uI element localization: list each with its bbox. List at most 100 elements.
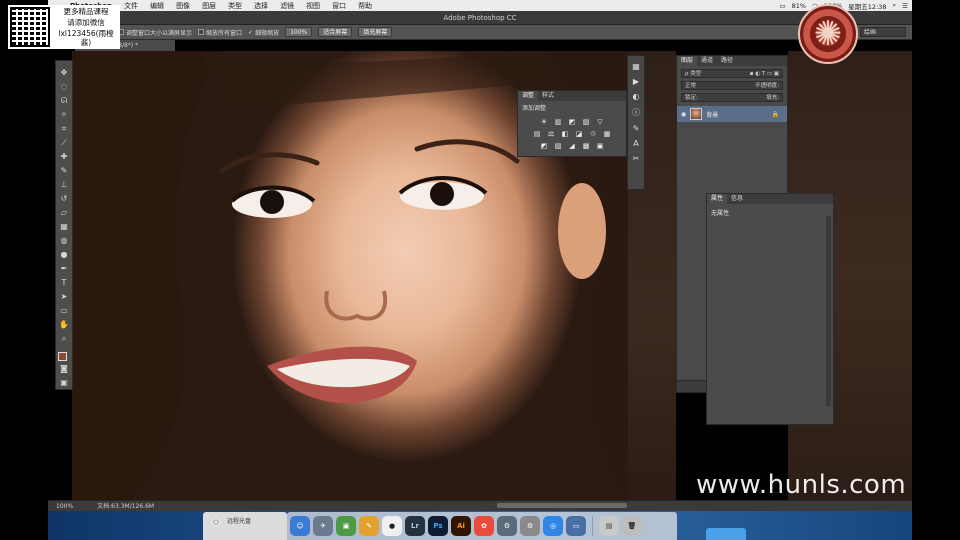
screen-mode-icon[interactable]: ▣ (57, 377, 71, 389)
downloads-icon[interactable]: ▤ (599, 516, 619, 536)
marquee-tool-icon[interactable]: ◌ (57, 81, 71, 93)
dodge-tool-icon[interactable]: ● (57, 249, 71, 261)
character-panel-icon[interactable]: A (633, 139, 638, 148)
info-panel-icon[interactable]: ⓘ (632, 107, 640, 118)
scrubby-zoom-checkbox[interactable]: ✓ 细微缩放 (248, 28, 279, 37)
color-swatches[interactable] (57, 351, 71, 365)
magic-wand-tool-icon[interactable]: ✧ (57, 109, 71, 121)
photo-filter-icon[interactable]: ◪ (575, 130, 583, 138)
preview-icon[interactable]: ▣ (336, 516, 356, 536)
tab-layers[interactable]: 图层 (677, 56, 698, 66)
menu-window[interactable]: 窗口 (326, 1, 352, 11)
lightroom-icon[interactable]: Lr (405, 516, 425, 536)
notes-icon[interactable]: ✎ (359, 516, 379, 536)
menu-select[interactable]: 选择 (248, 1, 274, 11)
exposure-icon[interactable]: ▨ (582, 118, 590, 126)
gear-icon[interactable]: ⚙ (520, 516, 540, 536)
adjustments-panel-icon[interactable]: ◐ (633, 92, 640, 101)
lasso-tool-icon[interactable]: ᘏ (57, 95, 71, 107)
folder-icon[interactable] (706, 528, 746, 540)
menu-image[interactable]: 图像 (170, 1, 196, 11)
menu-type[interactable]: 类型 (222, 1, 248, 11)
menu-list-icon[interactable]: ☰ (902, 2, 908, 10)
zoom-tool-icon[interactable]: ⌕ (57, 333, 71, 345)
menu-help[interactable]: 帮助 (352, 1, 378, 11)
tab-info[interactable]: 信息 (727, 194, 747, 204)
layer-filter-select[interactable]: ρ 类型 ▪ ◐ T ▭ ▣ (681, 69, 783, 78)
healing-tool-icon[interactable]: ✚ (57, 151, 71, 163)
zoom-all-checkbox[interactable]: 缩放所有窗口 (198, 28, 242, 37)
zoom-level[interactable]: 100% (56, 501, 73, 511)
selective-color-icon[interactable]: ▣ (596, 142, 604, 150)
fill-screen-button[interactable]: 填充屏幕 (358, 27, 393, 37)
brush-tool-icon[interactable]: ✎ (57, 165, 71, 177)
properties-scrollbar[interactable] (826, 216, 831, 406)
threshold-icon[interactable]: ◢ (568, 142, 576, 150)
photoshop-icon[interactable]: Ps (428, 516, 448, 536)
eye-icon[interactable]: ◉ (681, 111, 686, 118)
crop-tool-icon[interactable]: ⌗ (57, 123, 71, 135)
invert-icon[interactable]: ◩ (540, 142, 548, 150)
actions-panel-icon[interactable]: ▶ (633, 77, 639, 86)
brightness-icon[interactable]: ☀ (540, 118, 548, 126)
shape-tool-icon[interactable]: ▭ (57, 305, 71, 317)
blur-tool-icon[interactable]: ◍ (57, 235, 71, 247)
workspace-select[interactable]: 绘画 (860, 27, 906, 37)
tab-adjustments[interactable]: 调整 (518, 91, 539, 101)
menu-file[interactable]: 文件 (118, 1, 144, 11)
system-prefs-icon[interactable]: ⚙ (497, 516, 517, 536)
posterize-icon[interactable]: ▧ (554, 142, 562, 150)
finder-sidebar-item[interactable]: 远程光盘 (203, 512, 287, 540)
tab-channels[interactable]: 通道 (697, 56, 717, 66)
launchpad-icon[interactable]: ✈ (313, 516, 333, 536)
trash-icon[interactable]: 🗑 (622, 516, 642, 536)
channel-mixer-icon[interactable]: ♲ (589, 130, 597, 138)
color-balance-icon[interactable]: ⚖ (547, 130, 555, 138)
illustrator-icon[interactable]: Ai (451, 516, 471, 536)
pen-tool-icon[interactable]: ✒ (57, 263, 71, 275)
hue-saturation-icon[interactable]: ▤ (533, 130, 541, 138)
quick-mask-icon[interactable]: ◙ (57, 363, 71, 375)
curves-icon[interactable]: ◩ (568, 118, 576, 126)
fit-screen-button[interactable]: 适合屏幕 (318, 27, 353, 37)
gradient-map-icon[interactable]: ▩ (582, 142, 590, 150)
move-tool-icon[interactable]: ✥ (57, 67, 71, 79)
tab-properties[interactable]: 属性 (707, 194, 728, 204)
black-white-icon[interactable]: ◧ (561, 130, 569, 138)
horizontal-scrollbar[interactable] (497, 503, 627, 508)
eraser-tool-icon[interactable]: ▱ (57, 207, 71, 219)
tool-presets-icon[interactable]: ✂ (633, 154, 640, 163)
stamp-tool-icon[interactable]: ⊥ (57, 179, 71, 191)
vibrance-icon[interactable]: ▽ (596, 118, 604, 126)
resize-windows-checkbox[interactable]: 调整窗口大小以满屏显示 (118, 28, 192, 37)
type-tool-icon[interactable]: T (57, 277, 71, 289)
zoom-100-button[interactable]: 100% (285, 27, 313, 37)
menu-view[interactable]: 视图 (300, 1, 326, 11)
tab-paths[interactable]: 路径 (717, 56, 737, 66)
history-panel-icon[interactable]: ▦ (632, 62, 640, 71)
eyedropper-tool-icon[interactable]: ⟋ (57, 137, 71, 149)
blend-mode-select[interactable]: 正常 不透明度: (681, 81, 783, 90)
finder-icon[interactable]: ☺ (290, 516, 310, 536)
path-select-tool-icon[interactable]: ➤ (57, 291, 71, 303)
photos-icon[interactable]: ✿ (474, 516, 494, 536)
menu-edit[interactable]: 编辑 (144, 1, 170, 11)
gradient-tool-icon[interactable]: ▦ (57, 221, 71, 233)
brush-panel-icon[interactable]: ✎ (633, 124, 640, 133)
foreground-color[interactable] (58, 352, 67, 361)
history-brush-tool-icon[interactable]: ↺ (57, 193, 71, 205)
levels-icon[interactable]: ▥ (554, 118, 562, 126)
layer-name: 背景 (706, 111, 719, 119)
status-bar: 100% 文档:63.3M/126.6M (48, 500, 912, 511)
screenshot-icon[interactable]: ▭ (566, 516, 586, 536)
layer-row-background[interactable]: ◉ 背景 🔒 (677, 106, 787, 122)
color-lookup-icon[interactable]: ▦ (603, 130, 611, 138)
menu-layer[interactable]: 图层 (196, 1, 222, 11)
menu-filter[interactable]: 滤镜 (274, 1, 300, 11)
safari-icon[interactable]: ◎ (543, 516, 563, 536)
search-icon[interactable]: ⌕ (893, 1, 897, 10)
tab-styles[interactable]: 样式 (538, 91, 558, 101)
qq-icon[interactable]: ● (382, 516, 402, 536)
hand-tool-icon[interactable]: ✋ (57, 319, 71, 331)
battery-icon[interactable]: ▭ (779, 2, 785, 10)
